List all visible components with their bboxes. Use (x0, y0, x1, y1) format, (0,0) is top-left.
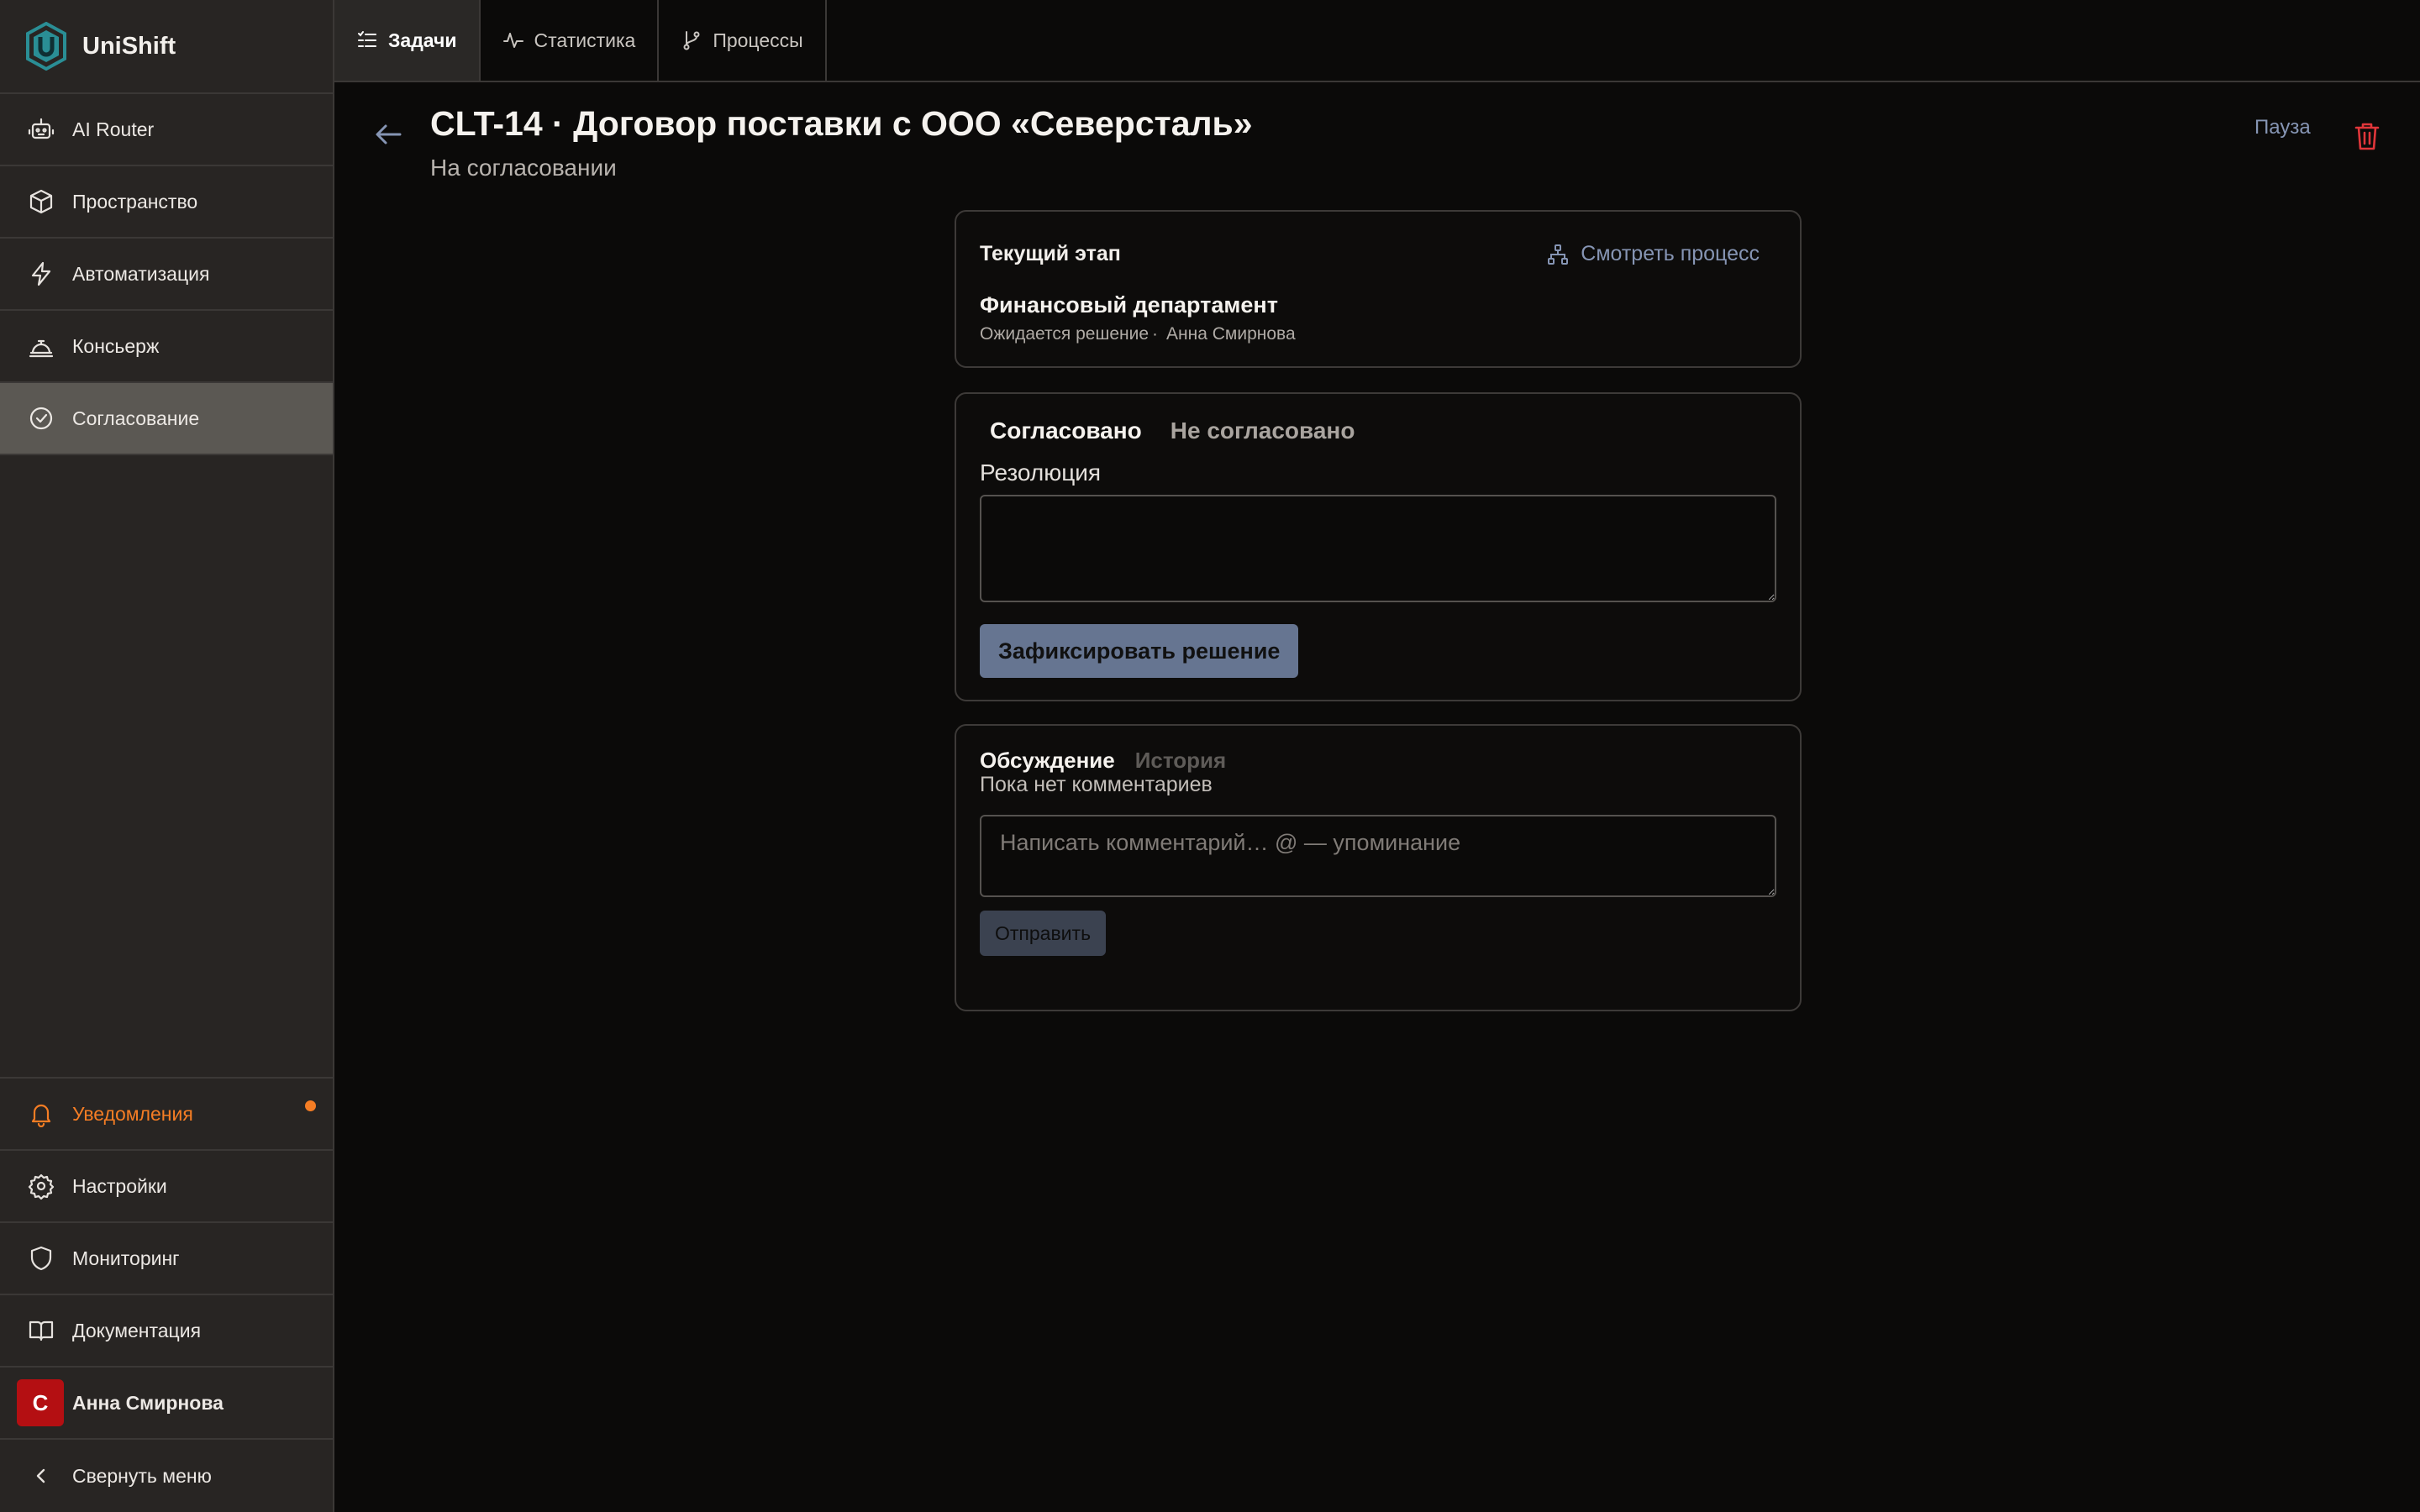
avatar: С (17, 1379, 64, 1426)
tab-label: Статистика (534, 29, 636, 51)
sidebar-item-label: Согласование (72, 407, 200, 429)
sidebar-item-label: Свернуть меню (72, 1464, 212, 1487)
robot-icon (27, 115, 55, 144)
sidebar-item-label: Мониторинг (72, 1247, 180, 1269)
sidebar-item-approval[interactable]: Согласование (0, 383, 333, 455)
sidebar-item-label: Уведомления (72, 1102, 193, 1125)
tab-processes[interactable]: Процессы (659, 0, 827, 81)
concierge-bell-icon (27, 332, 55, 360)
sidebar-item-user[interactable]: С Анна Смирнова (0, 1368, 333, 1440)
book-icon (27, 1316, 55, 1345)
decision-tabs: Согласовано Не согласовано (990, 417, 1355, 444)
top-tabs: Задачи Статистика Процессы (334, 0, 2420, 82)
sidebar-item-label: Настройки (72, 1174, 167, 1197)
sidebar-item-label: AI Router (72, 118, 155, 140)
check-circle-icon (27, 404, 55, 433)
sidebar-item-label: Автоматизация (72, 262, 210, 285)
stage-name: Финансовый департамент (980, 292, 1278, 318)
sidebar: UniShift AI Router Пространство Автомати… (0, 0, 334, 1512)
sidebar-item-label: Консьерж (72, 334, 160, 357)
tab-discussion[interactable]: Обсуждение (980, 748, 1115, 774)
resolution-field[interactable] (980, 495, 1776, 602)
collapse-menu-button[interactable]: Свернуть меню (0, 1440, 333, 1512)
tab-history[interactable]: История (1135, 748, 1226, 774)
sidebar-item-automation[interactable]: Автоматизация (0, 239, 333, 311)
tab-rejected[interactable]: Не согласовано (1171, 417, 1355, 444)
tab-approved[interactable]: Согласовано (990, 417, 1142, 444)
send-button[interactable]: Отправить (980, 911, 1107, 956)
app-name: UniShift (82, 32, 176, 60)
sidebar-item-monitoring[interactable]: Мониторинг (0, 1223, 333, 1295)
discussion-tabs: Обсуждение История (980, 748, 1226, 774)
stage-assignee: Анна Смирнова (1166, 324, 1296, 344)
gear-icon (27, 1172, 55, 1200)
comment-input[interactable] (980, 815, 1776, 897)
view-process-label: Смотреть процесс (1581, 242, 1760, 265)
sidebar-item-notifications[interactable]: Уведомления (0, 1079, 333, 1151)
back-arrow-icon[interactable] (371, 119, 405, 150)
empty-comments-text: Пока нет комментариев (980, 773, 1213, 796)
sidebar-item-ai-router[interactable]: AI Router (0, 94, 333, 166)
pause-button[interactable]: Пауза (2254, 116, 2311, 139)
tab-label: Процессы (713, 29, 803, 51)
decision-card: Согласовано Не согласовано Резолюция Заф… (955, 392, 1802, 701)
activity-icon (502, 29, 524, 51)
sidebar-item-space[interactable]: Пространство (0, 166, 333, 239)
tab-label: Задачи (388, 29, 457, 51)
resolution-label: Резолюция (980, 459, 1102, 486)
shield-icon (27, 1244, 55, 1273)
page-title: CLT-14 · Договор поставки с ООО «Северст… (430, 104, 1253, 143)
tab-tasks[interactable]: Задачи (334, 0, 481, 81)
hierarchy-icon (1548, 244, 1569, 265)
sidebar-item-settings[interactable]: Настройки (0, 1151, 333, 1223)
bell-icon (27, 1100, 55, 1128)
task-status: На согласовании (430, 155, 617, 181)
trash-icon[interactable] (2353, 121, 2381, 151)
branch-icon (681, 29, 702, 51)
sidebar-item-docs[interactable]: Документация (0, 1295, 333, 1368)
discussion-card: Обсуждение История Пока нет комментариев… (955, 724, 1802, 1011)
tasks-icon (356, 29, 378, 51)
logo[interactable]: UniShift (0, 0, 333, 94)
sidebar-item-concierge[interactable]: Консьерж (0, 311, 333, 383)
user-name: Анна Смирнова (72, 1391, 224, 1414)
sidebar-bottom: Уведомления Настройки Мониторинг Докумен… (0, 1077, 333, 1512)
stage-meta: Ожидается решение · Анна Смирнова (980, 324, 1296, 344)
view-process-link[interactable]: Смотреть процесс (1547, 242, 1760, 266)
separator: · (1152, 324, 1159, 344)
unishift-logo-icon (26, 22, 66, 71)
sidebar-item-label: Документация (72, 1319, 202, 1341)
sidebar-item-label: Пространство (72, 190, 198, 213)
box-icon (27, 187, 55, 216)
chevron-left-icon (27, 1462, 55, 1490)
lightning-icon (27, 260, 55, 288)
notification-dot (305, 1100, 316, 1111)
tab-statistics[interactable]: Статистика (481, 0, 660, 81)
stage-state: Ожидается решение (980, 324, 1150, 344)
stage-heading: Текущий этап (980, 242, 1121, 265)
current-stage-card: Текущий этап Смотреть процесс Финансовый… (955, 210, 1802, 368)
submit-decision-button[interactable]: Зафиксировать решение (980, 624, 1299, 678)
